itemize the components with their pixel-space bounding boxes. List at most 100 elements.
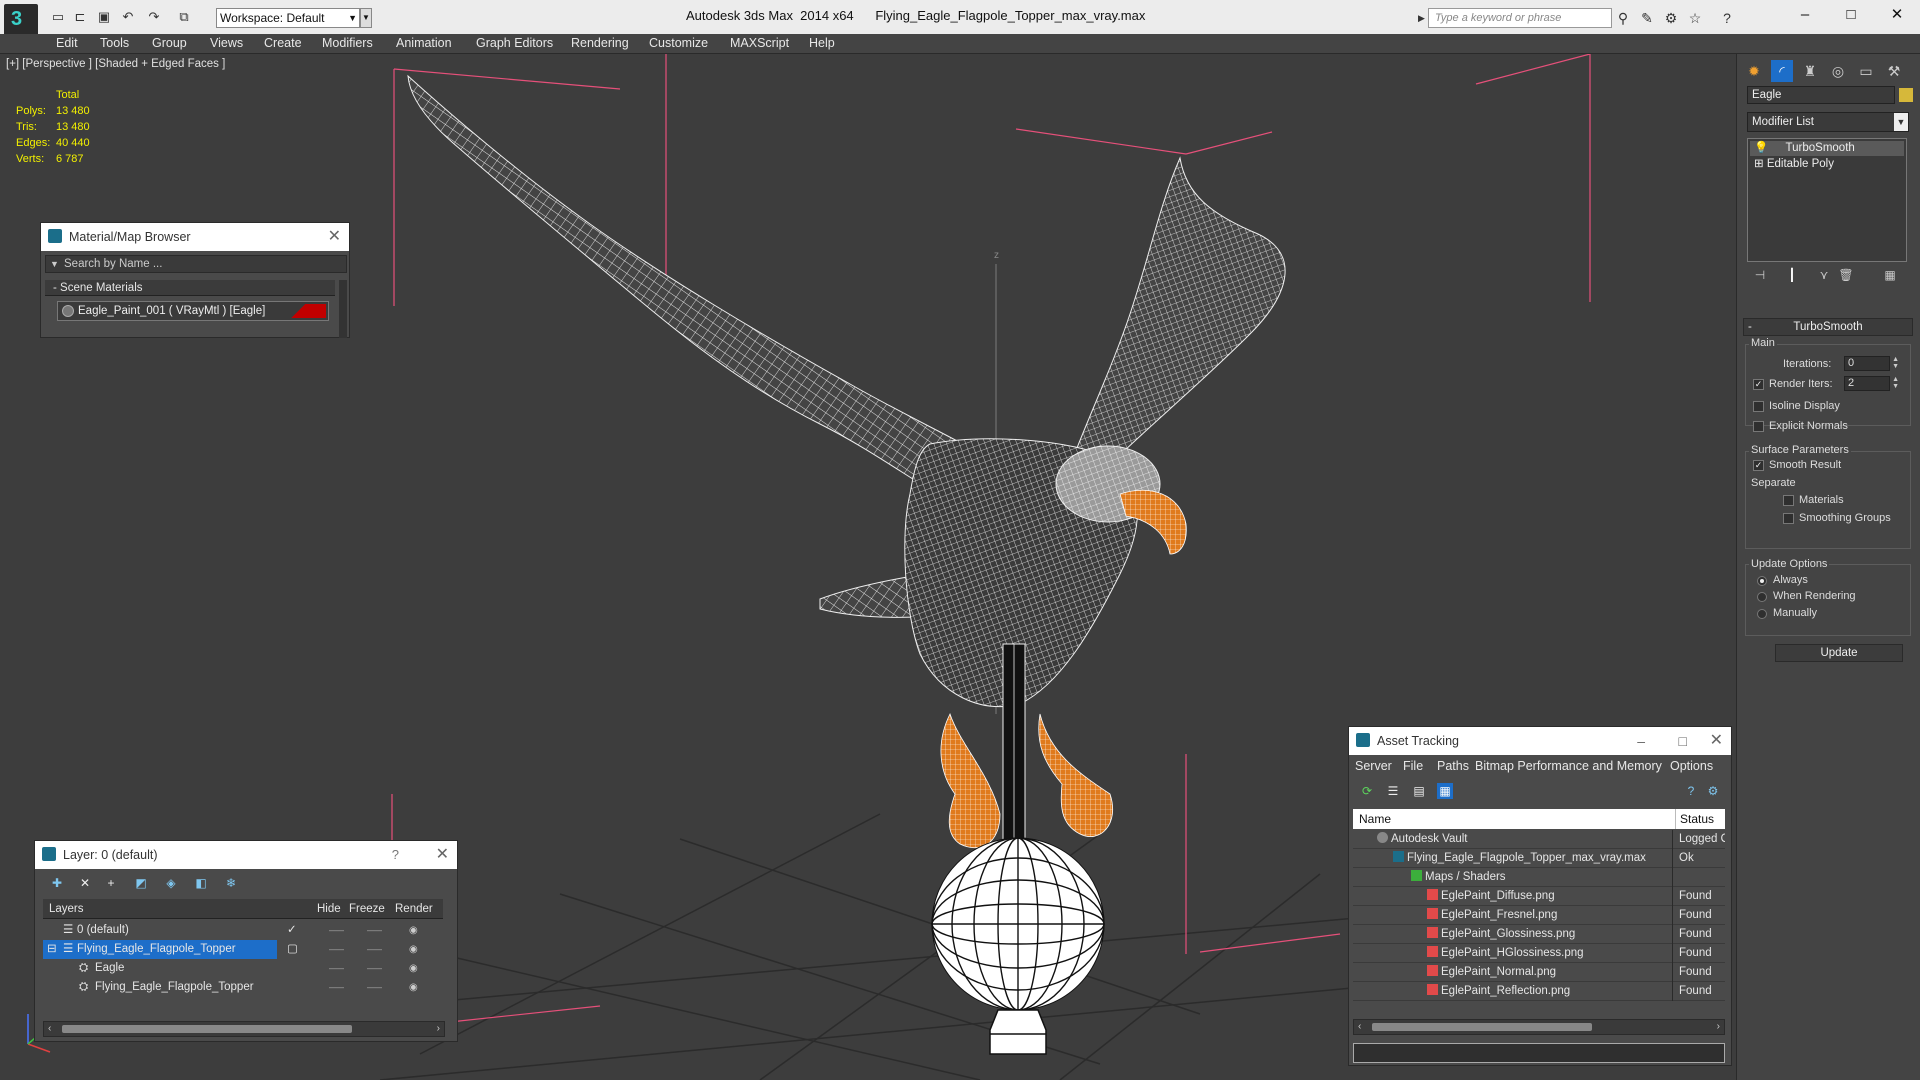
undo-icon[interactable]: ↶: [120, 9, 136, 25]
show-end-result-icon[interactable]: ┃: [1783, 268, 1801, 282]
update-when-rendering-radio[interactable]: [1757, 592, 1767, 602]
minimize-button[interactable]: –: [1782, 4, 1828, 26]
update-manually-radio[interactable]: [1757, 609, 1767, 619]
smooth-result-checkbox[interactable]: ✓: [1753, 460, 1764, 471]
update-always-radio[interactable]: [1757, 576, 1767, 586]
menu-group[interactable]: Group: [152, 36, 187, 50]
separate-smoothing-groups-checkbox[interactable]: [1783, 513, 1794, 524]
hierarchy-tab-icon[interactable]: ♜: [1799, 60, 1821, 82]
render-iters-spinner[interactable]: 2 ▲ ▼: [1844, 376, 1899, 391]
new-file-icon[interactable]: ▭: [50, 9, 66, 25]
remove-modifier-icon[interactable]: 🗑: [1837, 268, 1855, 282]
select-objects-icon[interactable]: ◩: [133, 875, 149, 891]
modify-tab-icon[interactable]: ◜: [1771, 60, 1793, 82]
column-render[interactable]: Render: [395, 899, 433, 919]
rollout-collapse-icon[interactable]: -: [1748, 319, 1752, 335]
freeze-all-icon[interactable]: ❄: [223, 875, 239, 891]
menu-modifiers[interactable]: Modifiers: [322, 36, 373, 50]
layer-horizontal-scrollbar[interactable]: ‹ ›: [43, 1021, 445, 1037]
column-freeze[interactable]: Freeze: [349, 899, 385, 919]
search-input[interactable]: Type a keyword or phrase: [1428, 8, 1612, 28]
explicit-normals-checkbox[interactable]: [1753, 421, 1764, 432]
object-color-swatch[interactable]: [1899, 88, 1913, 102]
workspace-menu-arrow-icon[interactable]: ▼: [360, 8, 372, 28]
close-icon[interactable]: ✕: [1710, 727, 1723, 755]
section-collapse-icon[interactable]: -: [53, 282, 57, 294]
make-unique-icon[interactable]: ⋎: [1815, 268, 1833, 282]
subscription-icon[interactable]: ✎: [1638, 9, 1656, 27]
asset-row[interactable]: EglePaint_Fresnel.png Found: [1353, 906, 1725, 925]
close-icon[interactable]: ✕: [328, 223, 341, 251]
hide-toggle[interactable]: –––: [329, 940, 344, 959]
menu-rendering[interactable]: Rendering: [571, 36, 629, 50]
asset-row[interactable]: Maps / Shaders: [1353, 868, 1725, 887]
material-item[interactable]: Eagle_Paint_001 ( VRayMtl ) [Eagle]: [57, 301, 329, 321]
delete-layer-icon[interactable]: ✕: [77, 875, 93, 891]
render-toggle-icon[interactable]: ◉: [409, 921, 418, 940]
menu-file[interactable]: File: [1403, 755, 1423, 777]
object-name-field[interactable]: Eagle: [1747, 86, 1895, 104]
asset-tracking-titlebar[interactable]: Asset Tracking – □ ✕: [1349, 727, 1731, 755]
column-layers[interactable]: Layers: [49, 899, 84, 919]
grid-view-icon[interactable]: ▦: [1437, 783, 1453, 799]
menu-server[interactable]: Server: [1355, 755, 1392, 777]
separate-materials-checkbox[interactable]: [1783, 495, 1794, 506]
render-toggle-icon[interactable]: ◉: [409, 959, 418, 978]
search-expand-icon[interactable]: ▶: [1418, 8, 1428, 28]
layer-row[interactable]: ⊟ ☰ Flying_Eagle_Flagpole_Topper ▢ ––– –…: [43, 940, 443, 959]
project-folder-icon[interactable]: ⧉: [176, 9, 192, 25]
freeze-toggle[interactable]: –––: [367, 940, 382, 959]
asset-row[interactable]: EglePaint_Normal.png Found: [1353, 963, 1725, 982]
freeze-toggle[interactable]: –––: [367, 921, 382, 940]
material-browser-titlebar[interactable]: Material/Map Browser ✕: [41, 223, 349, 251]
redo-icon[interactable]: ↷: [146, 9, 162, 25]
scroll-thumb[interactable]: [1372, 1023, 1592, 1031]
render-toggle-icon[interactable]: ◉: [409, 940, 418, 959]
update-button[interactable]: Update: [1775, 644, 1903, 662]
bulb-icon[interactable]: 💡: [1750, 142, 1768, 154]
scroll-right-icon[interactable]: ›: [1717, 1020, 1720, 1034]
table-view-icon[interactable]: ▤: [1411, 783, 1427, 799]
freeze-toggle[interactable]: –––: [367, 959, 382, 978]
create-layer-icon[interactable]: ✚: [49, 875, 65, 891]
hide-toggle[interactable]: –––: [329, 921, 344, 940]
add-to-layer-icon[interactable]: +: [103, 875, 119, 891]
expand-plus-icon[interactable]: ⊞: [1750, 158, 1764, 170]
scroll-right-icon[interactable]: ›: [437, 1022, 440, 1036]
column-status[interactable]: Status: [1675, 809, 1714, 829]
asset-row[interactable]: EglePaint_Glossiness.png Found: [1353, 925, 1725, 944]
save-file-icon[interactable]: ▣: [96, 9, 112, 25]
settings-icon[interactable]: ⚙: [1705, 783, 1721, 799]
utilities-tab-icon[interactable]: ⚒: [1883, 60, 1905, 82]
isoline-display-checkbox[interactable]: [1753, 401, 1764, 412]
menu-animation[interactable]: Animation: [396, 36, 452, 50]
hide-all-icon[interactable]: ◧: [193, 875, 209, 891]
maximize-icon[interactable]: □: [1679, 727, 1687, 755]
modifier-list-dropdown[interactable]: Modifier List ▼: [1747, 112, 1909, 132]
freeze-toggle[interactable]: –––: [367, 978, 382, 997]
menu-bitmap-performance[interactable]: Bitmap Performance and Memory: [1475, 755, 1662, 777]
asset-row[interactable]: EglePaint_Reflection.png Found: [1353, 982, 1725, 1001]
asset-row[interactable]: EglePaint_HGlossiness.png Found: [1353, 944, 1725, 963]
menu-options[interactable]: Options: [1670, 755, 1713, 777]
layer-row[interactable]: ☰ 0 (default) ✓ ––– ––– ◉: [43, 921, 443, 940]
scene-materials-section[interactable]: - Scene Materials: [45, 280, 335, 296]
create-tab-icon[interactable]: ✹: [1743, 60, 1765, 82]
help-icon[interactable]: ?: [392, 841, 399, 869]
scroll-left-icon[interactable]: ‹: [48, 1022, 51, 1036]
menu-paths[interactable]: Paths: [1437, 755, 1469, 777]
asset-path-field[interactable]: [1353, 1043, 1725, 1063]
turbosmooth-rollout-header[interactable]: - TurboSmooth: [1743, 318, 1913, 336]
menu-tools[interactable]: Tools: [100, 36, 129, 50]
motion-tab-icon[interactable]: ◎: [1827, 60, 1849, 82]
iterations-spinner[interactable]: 0 ▲ ▼: [1844, 356, 1899, 371]
menu-customize[interactable]: Customize: [649, 36, 708, 50]
help-icon[interactable]: ?: [1718, 9, 1736, 27]
asset-row[interactable]: Flying_Eagle_Flagpole_Topper_max_vray.ma…: [1353, 849, 1725, 868]
column-hide[interactable]: Hide: [317, 899, 341, 919]
layer-row[interactable]: ⛭ Flying_Eagle_Flagpole_Topper ––– ––– ◉: [43, 978, 443, 997]
viewport-label[interactable]: [+] [Perspective ] [Shaded + Edged Faces…: [6, 58, 225, 70]
menu-edit[interactable]: Edit: [56, 36, 78, 50]
spinner-arrows-icon[interactable]: ▲ ▼: [1892, 376, 1899, 390]
close-icon[interactable]: ✕: [436, 841, 449, 869]
